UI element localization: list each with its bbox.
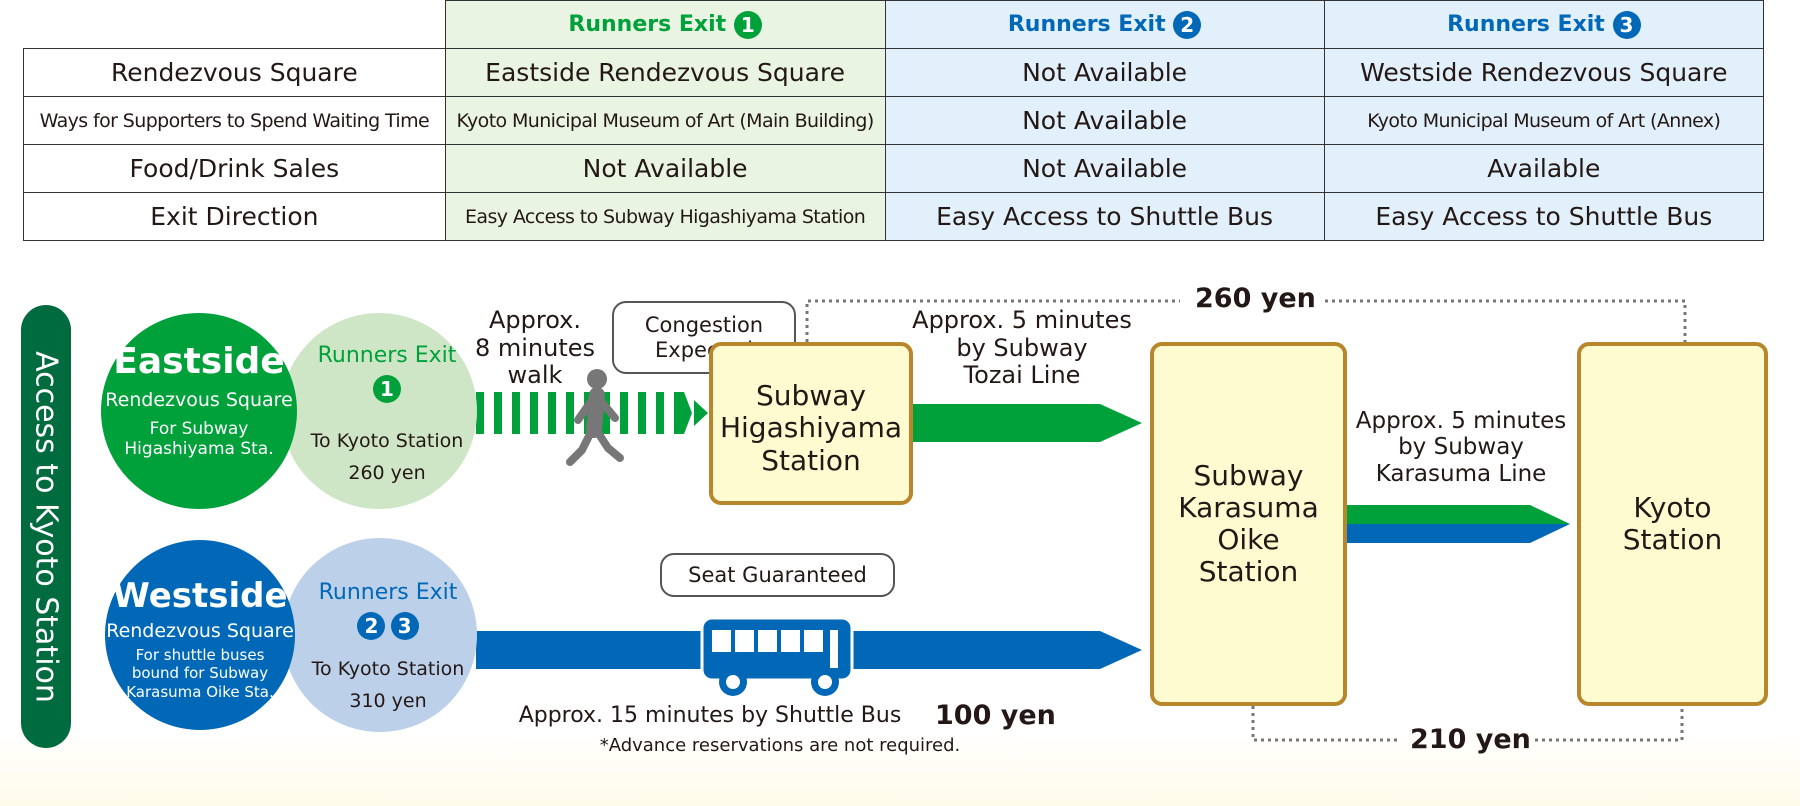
side-title: Access to Kyoto Station (28, 350, 64, 703)
fare-top-label: 260 yen (1195, 283, 1316, 314)
runners-exit-1-circle: Runners Exit 1 To Kyoto Station 260 yen (281, 313, 477, 509)
seat-guaranteed-bubble: Seat Guaranteed (660, 553, 895, 597)
number-3-icon: 3 (390, 612, 419, 640)
shuttle-bus-time-label: Approx. 15 minutes by Shuttle Bus (518, 703, 902, 728)
exit-label: Runners Exit (317, 343, 457, 368)
destination-label: To Kyoto Station (310, 430, 464, 452)
bus-icon (700, 616, 854, 696)
karasuma-line-arrow (1347, 505, 1570, 543)
westside-note: For shuttle buses bound for Subway Karas… (126, 646, 274, 701)
eastside-title: Eastside (113, 341, 285, 382)
eastside-subtitle: Rendezvous Square (105, 389, 293, 411)
tozai-line-label: Approx. 5 minutes by Subway Tozai Line (912, 306, 1132, 390)
karasuma-line-label: Approx. 5 minutes by Subway Karasuma Lin… (1355, 408, 1567, 487)
number-2-icon: 2 (357, 612, 386, 640)
destination-label: To Kyoto Station (311, 658, 465, 680)
fare-label: 260 yen (348, 462, 426, 484)
station-karasuma-oike: Subway Karasuma Oike Station (1150, 342, 1347, 706)
shuttle-bus-fare: 100 yen (935, 700, 1056, 731)
westside-subtitle: Rendezvous Square (106, 620, 294, 642)
walk-time-label: Approx. 8 minutes walk (474, 306, 596, 390)
reservation-note: *Advance reservations are not required. (599, 735, 961, 756)
exit-label: Runners Exit (318, 580, 458, 605)
westside-rendezvous-circle: Westside Rendezvous Square For shuttle b… (105, 540, 295, 730)
fare-bottom-label: 210 yen (1410, 724, 1531, 755)
fare-label: 310 yen (349, 690, 427, 712)
station-kyoto: Kyoto Station (1577, 342, 1768, 706)
side-title-pill: Access to Kyoto Station (21, 305, 71, 748)
westside-title: Westside (112, 576, 288, 616)
eastside-rendezvous-circle: Eastside Rendezvous Square For Subway Hi… (101, 313, 297, 509)
tozai-line-arrow (913, 404, 1142, 442)
eastside-note: For Subway Higashiyama Sta. (124, 419, 274, 460)
station-higashiyama: Subway Higashiyama Station (709, 342, 913, 505)
number-1-icon: 1 (373, 375, 401, 403)
runners-exit-2-3-circle: Runners Exit 2 3 To Kyoto Station 310 ye… (283, 538, 477, 732)
